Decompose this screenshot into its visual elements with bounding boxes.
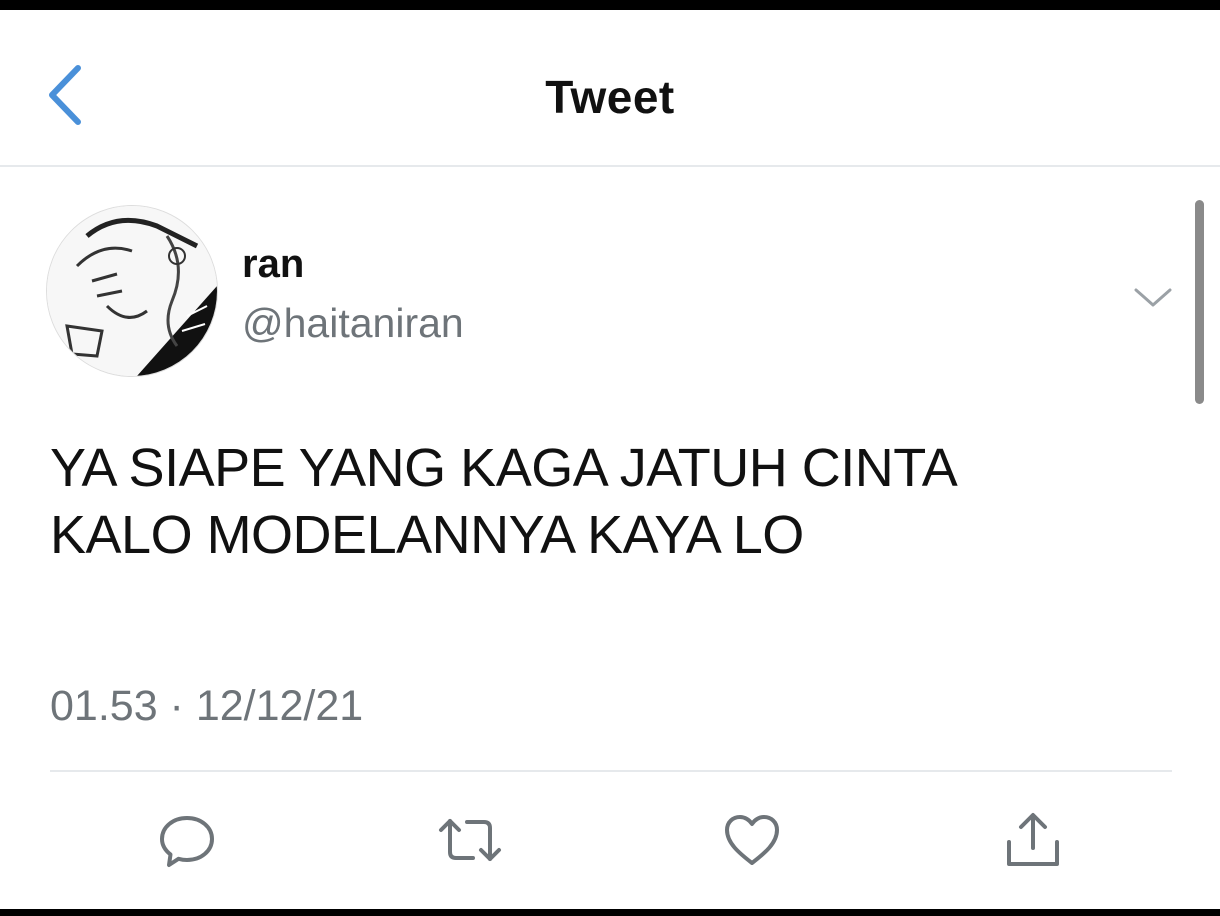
tweet-screen: Tweet ran @haitaniran YA SIAPE YANG KAGA…	[0, 10, 1220, 909]
divider	[50, 770, 1172, 772]
retweet-button[interactable]	[435, 805, 505, 875]
chevron-down-icon	[1134, 288, 1172, 307]
reply-icon	[160, 816, 214, 867]
reply-button[interactable]	[152, 805, 222, 875]
page-title: Tweet	[545, 71, 675, 123]
author-handle[interactable]: @haitaniran	[242, 300, 464, 347]
share-button[interactable]	[998, 805, 1068, 875]
author-display-name[interactable]: ran	[242, 242, 304, 287]
scrollbar[interactable]	[1195, 200, 1204, 404]
like-button[interactable]	[717, 805, 787, 875]
share-icon	[1007, 813, 1059, 866]
like-icon	[725, 815, 779, 865]
tweet-text: YA SIAPE YANG KAGA JATUH CINTA KALO MODE…	[50, 438, 958, 565]
tweet-options-button[interactable]	[1130, 280, 1176, 314]
tweet-timestamp: 01.53 · 12/12/21	[50, 682, 364, 730]
top-nav-bar: Tweet	[0, 10, 1220, 167]
retweet-icon	[439, 819, 501, 861]
tweet-actions-bar	[0, 805, 1220, 885]
avatar[interactable]	[46, 205, 218, 377]
avatar-image	[47, 206, 217, 376]
